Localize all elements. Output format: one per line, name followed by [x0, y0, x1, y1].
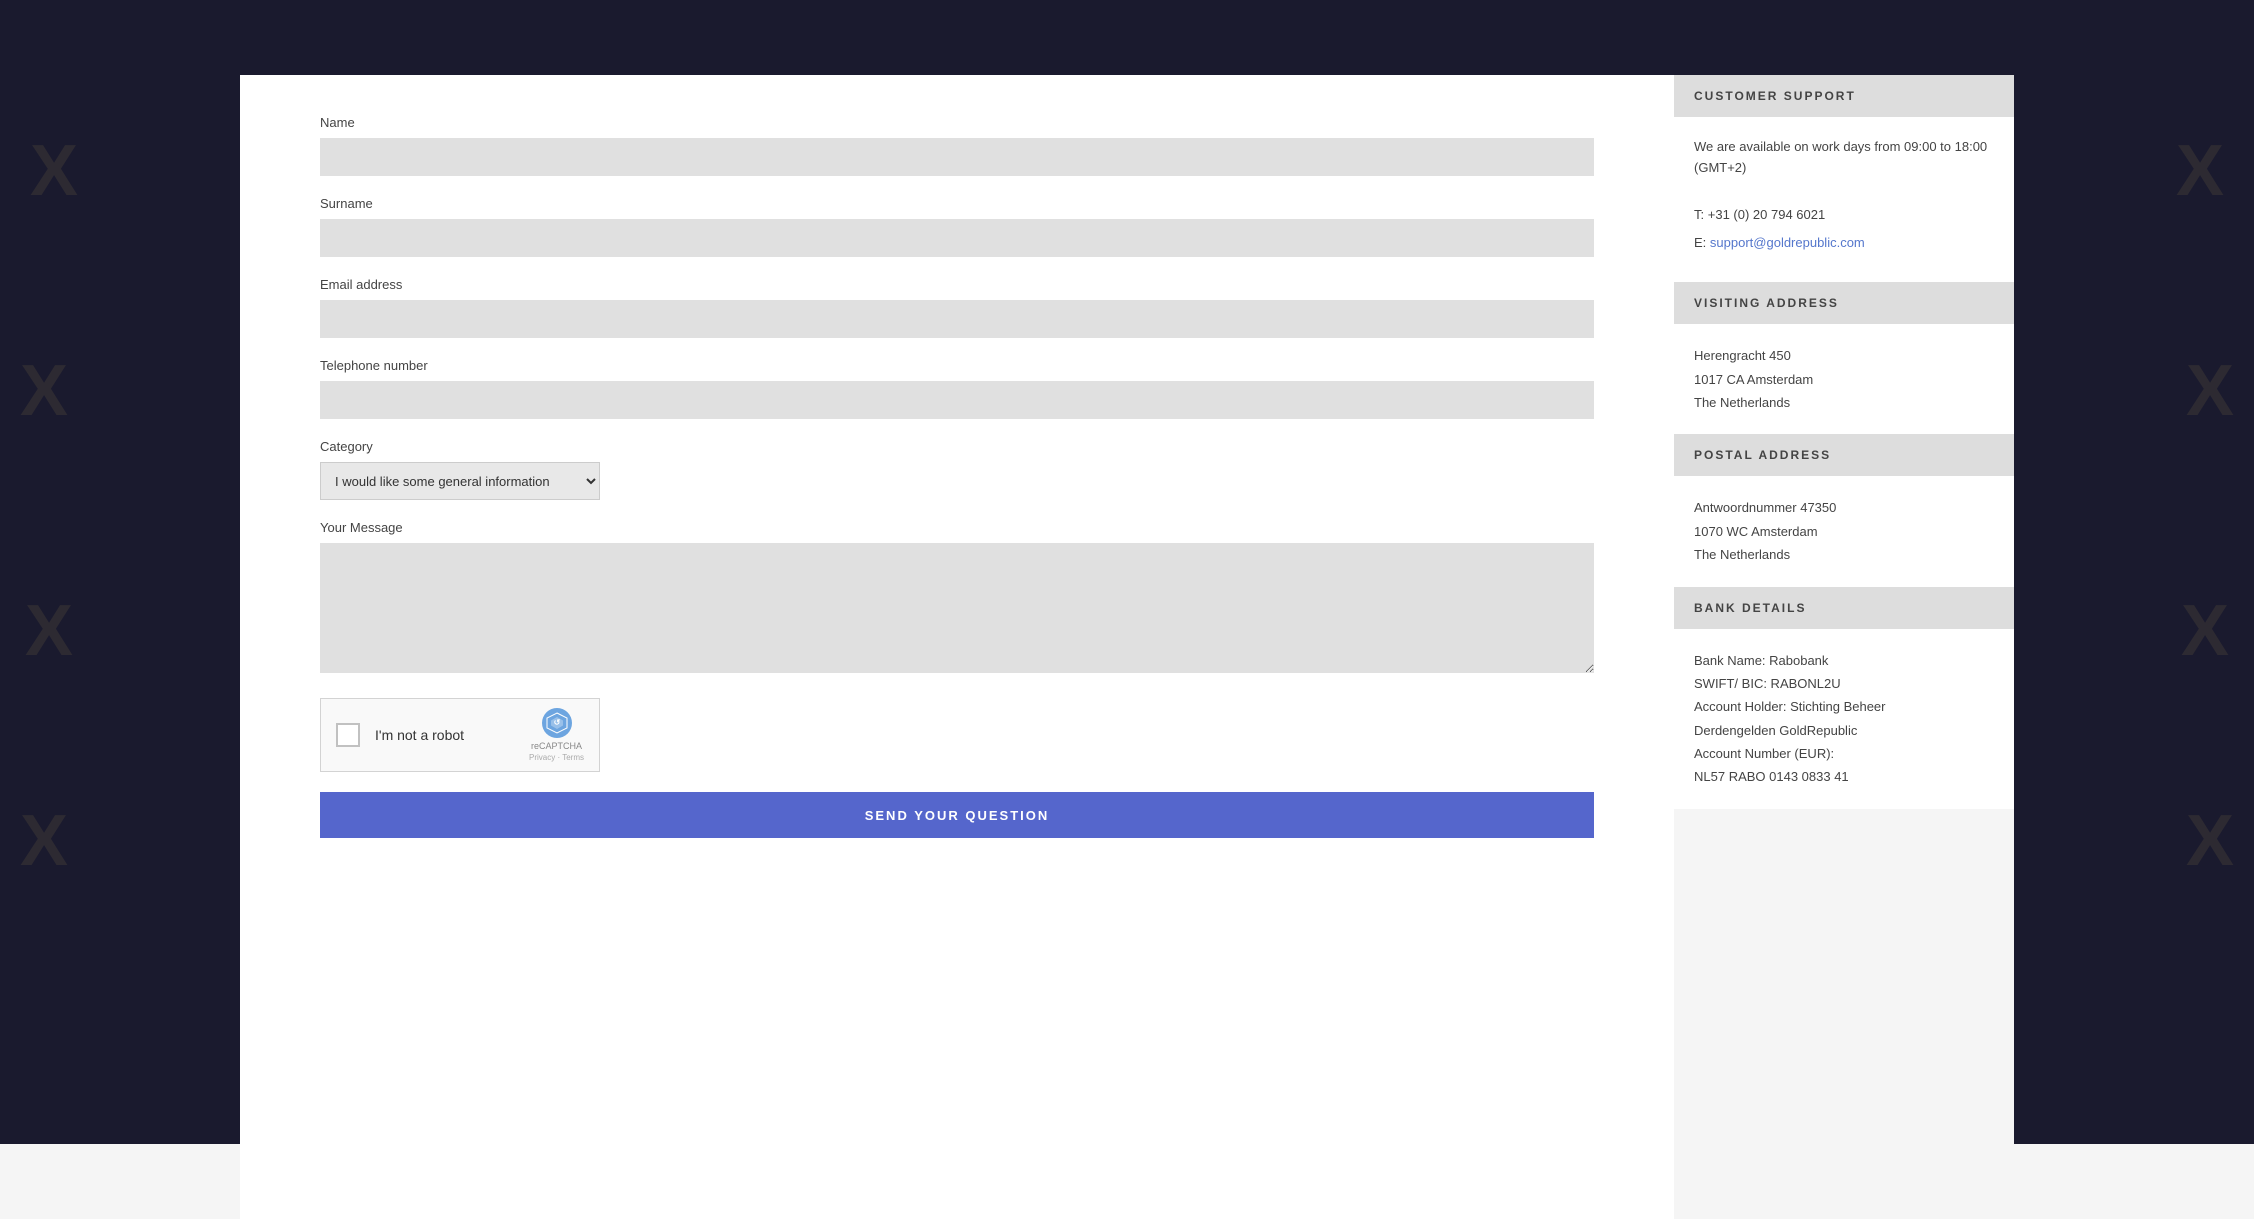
postal-address-content: Antwoordnummer 47350 1070 WC Amsterdam T…	[1674, 476, 2014, 586]
company-name: Derdengelden GoldRepublic	[1694, 719, 1994, 742]
phone-line: T: +31 (0) 20 794 6021	[1694, 205, 1994, 226]
left-bg	[0, 0, 240, 1144]
sidebar: CUSTOMER SUPPORT We are available on wor…	[1674, 75, 2014, 1219]
recaptcha-brand-area: ↺ reCAPTCHA Privacy · Terms	[529, 707, 584, 763]
customer-support-header: CUSTOMER SUPPORT	[1674, 75, 2014, 117]
category-label: Category	[320, 439, 1594, 454]
name-input[interactable]	[320, 138, 1594, 176]
email-label: Email address	[320, 277, 1594, 292]
submit-button[interactable]: SEND YOUR QUESTION	[320, 792, 1594, 838]
account-number-label: Account Number (EUR):	[1694, 742, 1994, 765]
email-field-group: Email address	[320, 277, 1594, 338]
account-holder: Account Holder: Stichting Beheer	[1694, 695, 1994, 718]
telephone-input[interactable]	[320, 381, 1594, 419]
visiting-address-content: Herengracht 450 1017 CA Amsterdam The Ne…	[1674, 324, 2014, 434]
message-field-group: Your Message	[320, 520, 1594, 678]
main-container: Name Surname Email address Telephone num…	[240, 75, 2014, 1219]
postal-address-section: POSTAL ADDRESS Antwoordnummer 47350 1070…	[1674, 434, 2014, 586]
account-number: NL57 RABO 0143 0833 41	[1694, 765, 1994, 788]
name-field-group: Name	[320, 115, 1594, 176]
recaptcha-widget[interactable]: I'm not a robot ↺ reCAPTCHA Privacy · Te…	[320, 698, 600, 772]
visiting-address-header: VISITING ADDRESS	[1674, 282, 2014, 324]
email-link[interactable]: support@goldrepublic.com	[1710, 235, 1865, 250]
customer-support-content: We are available on work days from 09:00…	[1674, 117, 2014, 282]
right-bg	[2014, 0, 2254, 1144]
bank-details-section: BANK DETAILS Bank Name: Rabobank SWIFT/ …	[1674, 587, 2014, 809]
recaptcha-label: I'm not a robot	[375, 727, 514, 743]
postal-line2: 1070 WC Amsterdam	[1694, 520, 1994, 543]
phone-number: +31 (0) 20 794 6021	[1708, 207, 1825, 222]
visiting-line2: 1017 CA Amsterdam	[1694, 368, 1994, 391]
telephone-label: Telephone number	[320, 358, 1594, 373]
bank-details-header: BANK DETAILS	[1674, 587, 2014, 629]
visiting-line3: The Netherlands	[1694, 391, 1994, 414]
customer-support-section: CUSTOMER SUPPORT We are available on wor…	[1674, 75, 2014, 282]
surname-input[interactable]	[320, 219, 1594, 257]
svg-text:↺: ↺	[553, 718, 560, 727]
message-textarea[interactable]	[320, 543, 1594, 673]
category-field-group: Category I would like some general infor…	[320, 439, 1594, 500]
telephone-field-group: Telephone number	[320, 358, 1594, 419]
recaptcha-checkbox[interactable]	[336, 723, 360, 747]
name-label: Name	[320, 115, 1594, 130]
postal-line3: The Netherlands	[1694, 543, 1994, 566]
email-line: E: support@goldrepublic.com	[1694, 233, 1994, 254]
recaptcha-brand-text: reCAPTCHA Privacy · Terms	[529, 741, 584, 763]
bank-name: Bank Name: Rabobank	[1694, 649, 1994, 672]
phone-label: T:	[1694, 207, 1704, 222]
surname-label: Surname	[320, 196, 1594, 211]
email-label: E:	[1694, 235, 1706, 250]
top-bar	[0, 0, 2254, 75]
swift-bic: SWIFT/ BIC: RABONL2U	[1694, 672, 1994, 695]
bank-details-content: Bank Name: Rabobank SWIFT/ BIC: RABONL2U…	[1674, 629, 2014, 809]
form-section: Name Surname Email address Telephone num…	[240, 75, 1674, 1219]
recaptcha-logo-icon: ↺	[541, 707, 573, 739]
visiting-address-section: VISITING ADDRESS Herengracht 450 1017 CA…	[1674, 282, 2014, 434]
visiting-line1: Herengracht 450	[1694, 344, 1994, 367]
email-input[interactable]	[320, 300, 1594, 338]
availability-text: We are available on work days from 09:00…	[1694, 137, 1994, 179]
surname-field-group: Surname	[320, 196, 1594, 257]
message-label: Your Message	[320, 520, 1594, 535]
category-select[interactable]: I would like some general information Ac…	[320, 462, 600, 500]
postal-line1: Antwoordnummer 47350	[1694, 496, 1994, 519]
postal-address-header: POSTAL ADDRESS	[1674, 434, 2014, 476]
